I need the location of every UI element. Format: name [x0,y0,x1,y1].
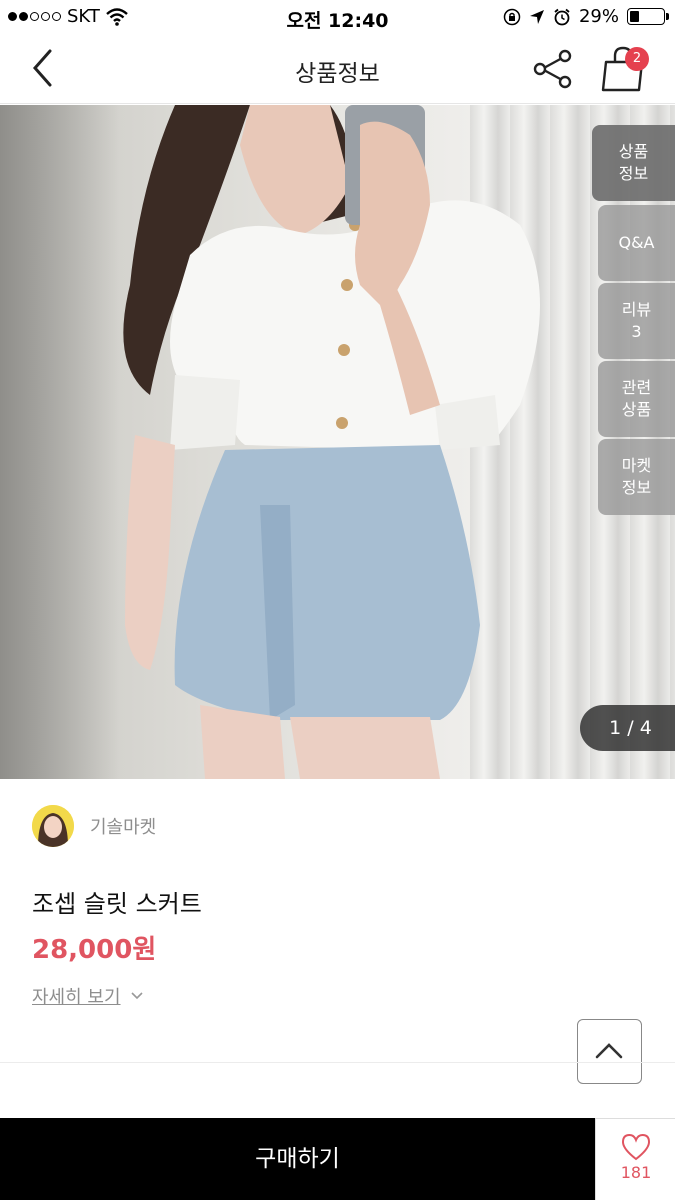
nav-bar: 상품정보 2 [0,34,675,104]
status-bar: SKT 오전 12:40 29% [0,0,675,34]
like-button[interactable]: 181 [595,1118,675,1200]
location-icon [529,9,544,24]
share-icon [533,49,572,89]
tab-market-info[interactable]: 마켓 정보 [598,439,675,515]
scroll-to-top-button[interactable] [577,1019,642,1084]
product-image[interactable]: 상품 정보 Q&A 리뷰 3 관련 상품 마켓 정보 1 / 4 [0,105,675,779]
rotation-lock-icon [503,8,521,25]
view-details-label: 자세히 보기 [32,987,121,1008]
image-page-indicator: 1 / 4 [580,705,675,751]
divider [0,1062,675,1063]
status-right: 29% [503,6,669,27]
view-details-link[interactable]: 자세히 보기 [32,983,143,1009]
product-title: 조셉 슬릿 스커트 [32,890,202,918]
heart-icon [621,1133,651,1161]
tab-reviews[interactable]: 리뷰 3 [598,283,675,359]
buy-button[interactable]: 구매하기 [0,1118,595,1200]
chevron-up-icon [595,1043,623,1059]
avatar [32,805,74,847]
tab-product-info[interactable]: 상품 정보 [592,125,675,201]
share-button[interactable] [530,46,576,92]
seller-name: 기솔마켓 [90,817,157,838]
product-price: 28,000원 [32,935,157,965]
battery-percent: 29% [578,6,619,27]
seller-row[interactable]: 기솔마켓 [32,805,156,847]
tab-qna[interactable]: Q&A [598,205,675,281]
alarm-icon [554,8,570,25]
product-photo [123,105,540,779]
battery-icon [627,8,669,25]
chevron-down-icon [130,992,143,1000]
tab-related-products[interactable]: 관련 상품 [598,361,675,437]
cart-count-badge: 2 [625,47,649,71]
like-count: 181 [620,1163,652,1182]
